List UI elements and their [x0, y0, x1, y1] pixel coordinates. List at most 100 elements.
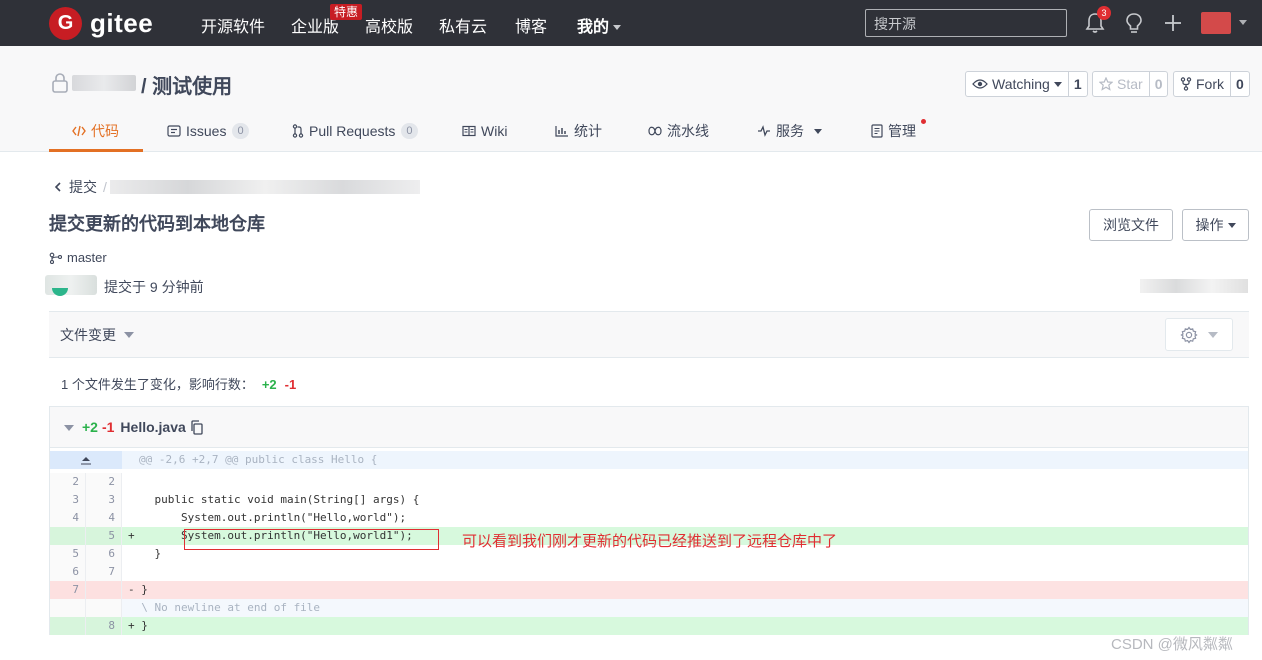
- issues-count-badge: 0: [232, 123, 249, 139]
- branch-name: master: [67, 250, 107, 265]
- old-line-number[interactable]: 5: [50, 545, 86, 563]
- tab-service[interactable]: 服务: [757, 120, 822, 142]
- new-line-number[interactable]: 4: [86, 509, 122, 527]
- code-line: public static void main(String[] args) {: [128, 493, 420, 506]
- diff-line-row: \ No newline at end of file: [50, 599, 1248, 617]
- old-line-number[interactable]: 7: [50, 581, 86, 599]
- change-summary: 1 个文件发生了变化，影响行数： +2 -1: [61, 374, 296, 393]
- commit-time: 提交于 9 分钟前: [104, 279, 204, 295]
- diff-line-row: 44 System.out.println("Hello,world");: [50, 509, 1248, 527]
- lightbulb-icon[interactable]: [1124, 12, 1144, 34]
- chevron-down-icon: [613, 25, 622, 31]
- issues-icon: [167, 125, 181, 137]
- new-line-number[interactable]: 2: [86, 473, 122, 491]
- top-navbar: G gitee 开源软件 企业版 特惠 高校版 私有云 博客 我的 搜开源 3: [0, 0, 1262, 46]
- diff-line-row: 8 + }: [50, 617, 1248, 635]
- nav-item-mine[interactable]: 我的: [577, 13, 622, 37]
- nav-item-education[interactable]: 高校版: [365, 13, 413, 37]
- diff-settings-button[interactable]: [1165, 318, 1233, 351]
- old-line-number[interactable]: [50, 599, 86, 617]
- old-line-number[interactable]: [50, 617, 86, 635]
- hunk-header-text: @@ -2,6 +2,7 @@ public class Hello {: [122, 451, 1248, 469]
- active-tab-indicator: [49, 149, 143, 152]
- summary-text: 1 个文件发生了变化，影响行数：: [61, 377, 254, 392]
- actions-button[interactable]: 操作: [1182, 209, 1249, 241]
- tab-pull-requests[interactable]: Pull Requests 0: [292, 120, 418, 142]
- actions-button-label: 操作: [1195, 217, 1224, 233]
- expand-up-button[interactable]: [50, 451, 122, 469]
- old-line-number[interactable]: [50, 527, 86, 545]
- service-icon: [758, 125, 770, 137]
- old-line-number[interactable]: 4: [50, 509, 86, 527]
- tab-pipeline-label: 流水线: [667, 123, 709, 139]
- diff-line-row: 33 public static void main(String[] args…: [50, 491, 1248, 509]
- fork-count[interactable]: 0: [1230, 72, 1249, 96]
- copy-icon[interactable]: [190, 419, 204, 435]
- tab-code[interactable]: 代码: [72, 120, 119, 142]
- diff-file-stat: +2 -1 Hello.java: [82, 419, 204, 435]
- code-line: - }: [122, 581, 1248, 599]
- avatar-chevron-down-icon[interactable]: [1239, 20, 1247, 25]
- gear-icon: [1180, 325, 1198, 344]
- plus-icon[interactable]: [1163, 12, 1183, 34]
- expand-up-icon: [81, 457, 91, 465]
- tab-issues[interactable]: Issues 0: [167, 120, 249, 142]
- commit-title: 提交更新的代码到本地仓库: [49, 214, 265, 234]
- project-owner-redacted: [72, 75, 136, 91]
- nav-item-private-cloud[interactable]: 私有云: [439, 13, 487, 37]
- watch-button[interactable]: Watching 1: [965, 71, 1088, 97]
- new-line-number[interactable]: 7: [86, 563, 122, 581]
- search-input[interactable]: 搜开源: [865, 9, 1067, 37]
- code-line: \ No newline at end of file: [122, 599, 1248, 617]
- watch-chevron-down-icon: [1053, 81, 1062, 87]
- csdn-watermark: CSDN @微风粼粼: [1111, 636, 1233, 653]
- new-line-number[interactable]: 3: [86, 491, 122, 509]
- code-line: System.out.println("Hello,world");: [128, 511, 407, 524]
- diff-file-header: +2 -1 Hello.java: [50, 407, 1248, 448]
- nav-item-blog[interactable]: 博客: [515, 13, 547, 37]
- lock-icon: [52, 73, 68, 93]
- chevron-left-icon: [54, 182, 61, 192]
- user-avatar[interactable]: [1201, 12, 1231, 34]
- browse-files-button[interactable]: 浏览文件: [1089, 209, 1173, 241]
- watch-label: Watching: [992, 76, 1050, 92]
- gitee-logo[interactable]: G gitee: [49, 7, 153, 40]
- nav-item-open-source[interactable]: 开源软件: [201, 13, 265, 37]
- fork-button[interactable]: Fork 0: [1173, 71, 1250, 97]
- old-line-number[interactable]: 3: [50, 491, 86, 509]
- commit-sha-redacted: [110, 180, 420, 194]
- branch-info[interactable]: master: [49, 250, 107, 265]
- collapse-triangle-icon[interactable]: [64, 425, 74, 431]
- tab-pull-requests-label: Pull Requests: [309, 123, 396, 139]
- tab-wiki[interactable]: Wiki: [462, 120, 507, 142]
- new-line-number[interactable]: 8: [86, 617, 122, 635]
- old-line-number[interactable]: 6: [50, 563, 86, 581]
- project-title[interactable]: / 测试使用: [141, 70, 232, 99]
- branch-icon: [49, 252, 63, 264]
- tab-pipeline[interactable]: 流水线: [648, 120, 709, 142]
- tab-issues-label: Issues: [186, 123, 227, 139]
- annotation-text: 可以看到我们刚才更新的代码已经推送到了远程仓库中了: [462, 533, 838, 550]
- tab-manage[interactable]: 管理: [871, 120, 916, 142]
- file-changes-dropdown[interactable]: 文件变更: [60, 325, 134, 345]
- fork-icon: [1180, 77, 1192, 91]
- breadcrumb-separator: /: [103, 179, 107, 195]
- new-line-number[interactable]: [86, 581, 122, 599]
- star-button[interactable]: Star 0: [1092, 71, 1169, 97]
- new-line-number[interactable]: [86, 599, 122, 617]
- file-name[interactable]: Hello.java: [120, 419, 185, 435]
- star-count[interactable]: 0: [1148, 72, 1168, 96]
- breadcrumb-commits-link[interactable]: 提交: [69, 177, 97, 197]
- tab-stats[interactable]: 统计: [555, 120, 602, 142]
- old-line-number[interactable]: 2: [50, 473, 86, 491]
- notification-count-badge: 3: [1097, 6, 1111, 20]
- enterprise-badge: 特惠: [330, 4, 363, 20]
- eye-icon: [972, 79, 988, 89]
- file-changes-bar: [49, 311, 1249, 358]
- watch-count[interactable]: 1: [1067, 72, 1087, 96]
- file-changes-label: 文件变更: [60, 327, 116, 343]
- new-line-number[interactable]: 5: [86, 527, 122, 545]
- breadcrumb[interactable]: 提交 /: [53, 177, 107, 197]
- diff-hunk-row: @@ -2,6 +2,7 @@ public class Hello {: [50, 451, 1248, 469]
- new-line-number[interactable]: 6: [86, 545, 122, 563]
